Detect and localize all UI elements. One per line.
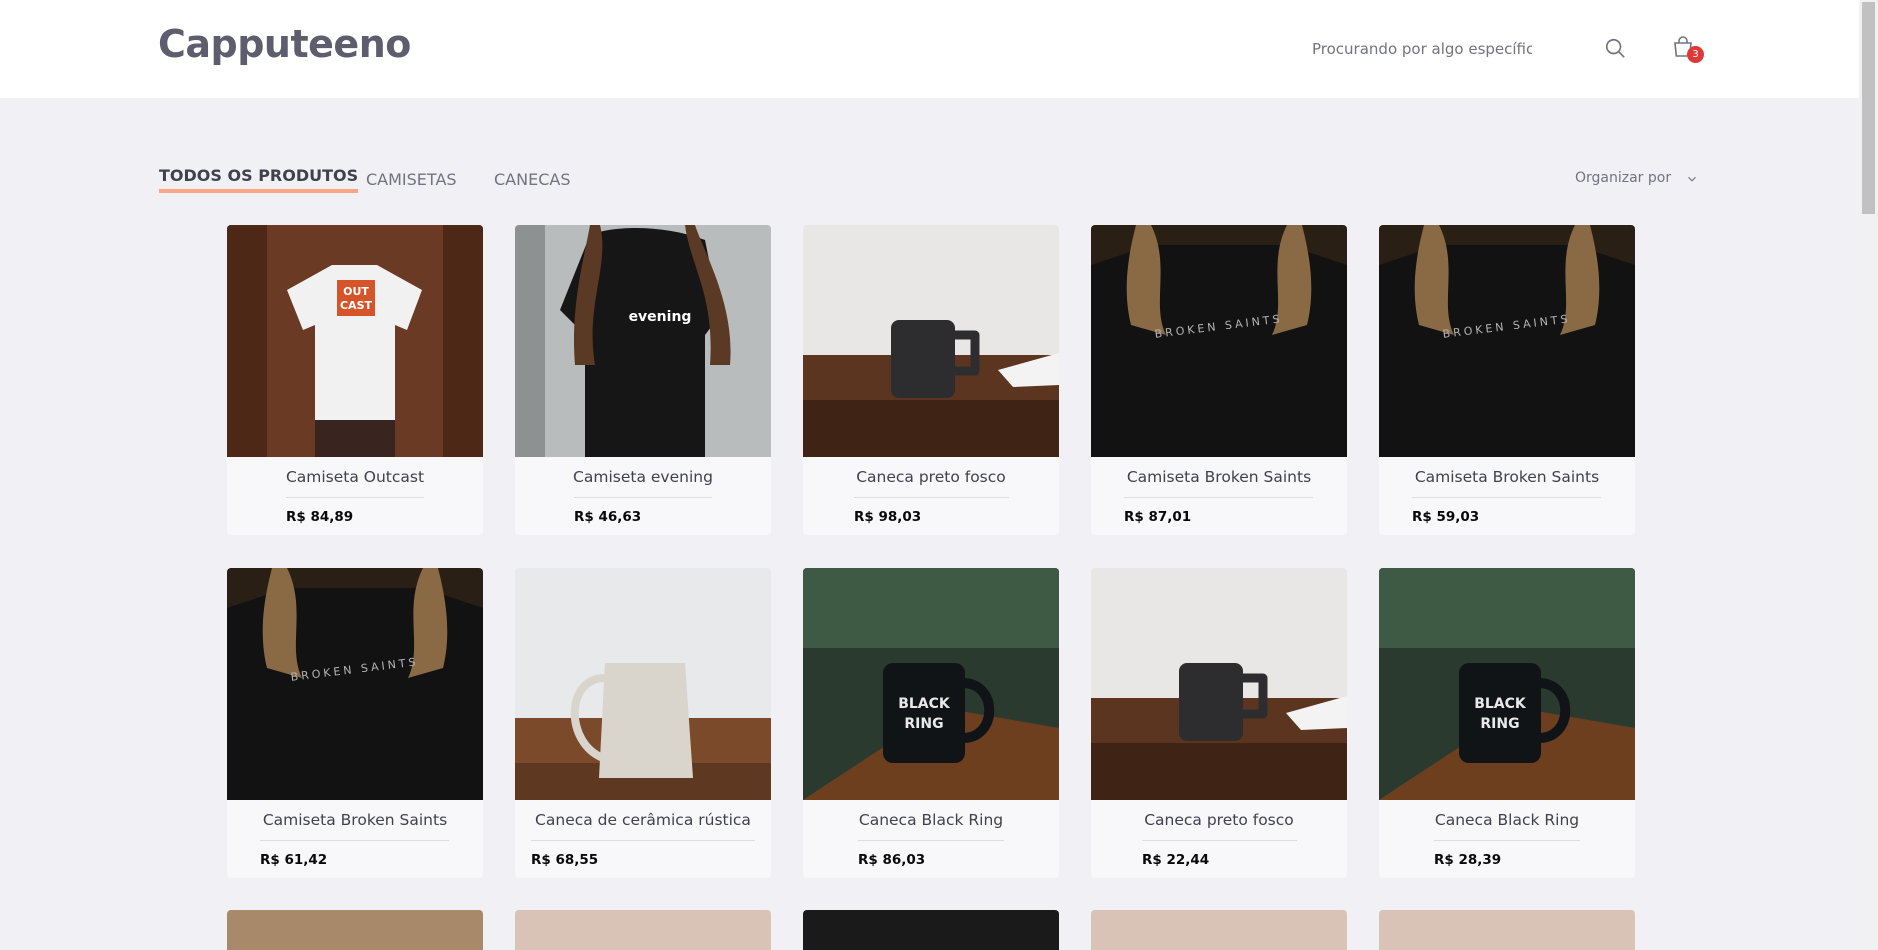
search-box	[1312, 36, 1612, 62]
tab-mugs[interactable]: CANECAS	[494, 170, 570, 193]
product-price: R$ 98,03	[854, 509, 922, 525]
product-price: R$ 87,01	[1124, 509, 1192, 525]
logo[interactable]: Capputeeno	[158, 22, 411, 66]
product-divider	[1124, 497, 1313, 498]
scrollbar-thumb[interactable]	[1862, 2, 1875, 214]
product-card-preview[interactable]	[227, 910, 483, 950]
tab-tshirts[interactable]: CAMISETAS	[366, 170, 457, 193]
product-image[interactable]	[1091, 568, 1347, 800]
product-card-preview[interactable]	[803, 910, 1059, 950]
product-card[interactable]: OUT CAST Camiseta Outcast R$ 84,89	[227, 225, 483, 535]
product-image[interactable]	[803, 225, 1059, 457]
product-price: R$ 28,39	[1434, 852, 1502, 868]
product-card[interactable]: BROKEN SAINTS Camiseta Broken Saints R$ 6…	[227, 568, 483, 878]
product-card-preview[interactable]	[515, 910, 771, 950]
product-image[interactable]: BROKEN SAINTS	[1091, 225, 1347, 457]
product-name: Caneca Black Ring	[1434, 811, 1580, 829]
product-info: Camiseta evening R$ 46,63	[515, 457, 771, 535]
tab-all-products[interactable]: TODOS OS PRODUTOS	[159, 166, 359, 193]
product-price: R$ 59,03	[1412, 509, 1480, 525]
product-name: Caneca preto fosco	[856, 468, 1006, 486]
search-input[interactable]	[1312, 36, 1532, 62]
product-info: Caneca Black Ring R$ 86,03	[803, 800, 1059, 878]
top-header: Capputeeno 3	[0, 0, 1859, 98]
product-card[interactable]: evening Camiseta evening R$ 46,63	[515, 225, 771, 535]
product-price: R$ 61,42	[260, 852, 328, 868]
svg-text:BLACK: BLACK	[898, 696, 951, 712]
product-divider	[1434, 840, 1580, 841]
sort-dropdown[interactable]: Organizar por	[1575, 170, 1696, 186]
product-card[interactable]: BROKEN SAINTS Camiseta Broken Saints R$ 8…	[1091, 225, 1347, 535]
product-image[interactable]	[515, 568, 771, 800]
svg-text:CAST: CAST	[340, 299, 373, 312]
svg-text:RING: RING	[1480, 716, 1519, 732]
product-card[interactable]: BROKEN SAINTS Camiseta Broken Saints R$ 5…	[1379, 225, 1635, 535]
product-info: Camiseta Broken Saints R$ 59,03	[1379, 457, 1635, 535]
product-name: Camiseta Outcast	[285, 468, 425, 486]
page-scrollbar[interactable]	[1859, 0, 1878, 948]
product-name: Caneca de cerâmica rústica	[535, 811, 751, 829]
product-divider	[260, 840, 449, 841]
product-card[interactable]: Caneca preto fosco R$ 98,03	[803, 225, 1059, 535]
product-name: Camiseta evening	[573, 468, 713, 486]
product-price: R$ 46,63	[574, 509, 642, 525]
product-image[interactable]: BROKEN SAINTS	[1379, 225, 1635, 457]
product-divider	[1412, 497, 1601, 498]
product-info: Camiseta Outcast R$ 84,89	[227, 457, 483, 535]
product-name: Camiseta Broken Saints	[1126, 468, 1312, 486]
product-name: Camiseta Broken Saints	[1414, 468, 1600, 486]
product-price: R$ 86,03	[858, 852, 926, 868]
product-image[interactable]: BROKEN SAINTS	[227, 568, 483, 800]
product-image[interactable]: evening	[515, 225, 771, 457]
product-card[interactable]: Caneca de cerâmica rústica R$ 68,55	[515, 568, 771, 878]
product-divider	[531, 840, 755, 841]
product-card[interactable]: BLACK RING Caneca Black Ring R$ 86,03	[803, 568, 1059, 878]
product-info: Caneca preto fosco R$ 22,44	[1091, 800, 1347, 878]
product-image[interactable]: BLACK RING	[1379, 568, 1635, 800]
product-card-preview[interactable]	[1379, 910, 1635, 950]
product-name: Caneca Black Ring	[858, 811, 1004, 829]
svg-text:OUT: OUT	[343, 285, 369, 298]
product-price: R$ 68,55	[531, 852, 599, 868]
product-info: Camiseta Broken Saints R$ 61,42	[227, 800, 483, 878]
product-info: Caneca Black Ring R$ 28,39	[1379, 800, 1635, 878]
product-image[interactable]: OUT CAST	[227, 225, 483, 457]
product-price: R$ 84,89	[286, 509, 354, 525]
cart-button[interactable]: 3	[1671, 36, 1704, 66]
product-card-preview[interactable]	[1091, 910, 1347, 950]
chevron-down-icon	[1688, 176, 1696, 182]
product-info: Caneca preto fosco R$ 98,03	[803, 457, 1059, 535]
product-card[interactable]: BLACK RING Caneca Black Ring R$ 28,39	[1379, 568, 1635, 878]
search-icon[interactable]	[1604, 37, 1626, 59]
product-divider	[854, 497, 1009, 498]
product-divider	[1142, 840, 1297, 841]
sort-label: Organizar por	[1575, 170, 1672, 186]
product-divider	[858, 840, 1004, 841]
product-card[interactable]: Caneca preto fosco R$ 22,44	[1091, 568, 1347, 878]
svg-text:evening: evening	[629, 309, 692, 325]
svg-text:BLACK: BLACK	[1474, 696, 1527, 712]
product-info: Camiseta Broken Saints R$ 87,01	[1091, 457, 1347, 535]
product-name: Caneca preto fosco	[1144, 811, 1294, 829]
product-info: Caneca de cerâmica rústica R$ 68,55	[515, 800, 771, 878]
product-name: Camiseta Broken Saints	[262, 811, 448, 829]
cart-count-badge: 3	[1687, 46, 1704, 63]
product-divider	[574, 497, 712, 498]
svg-text:RING: RING	[904, 716, 943, 732]
product-image[interactable]: BLACK RING	[803, 568, 1059, 800]
product-price: R$ 22,44	[1142, 852, 1210, 868]
product-divider	[286, 497, 424, 498]
